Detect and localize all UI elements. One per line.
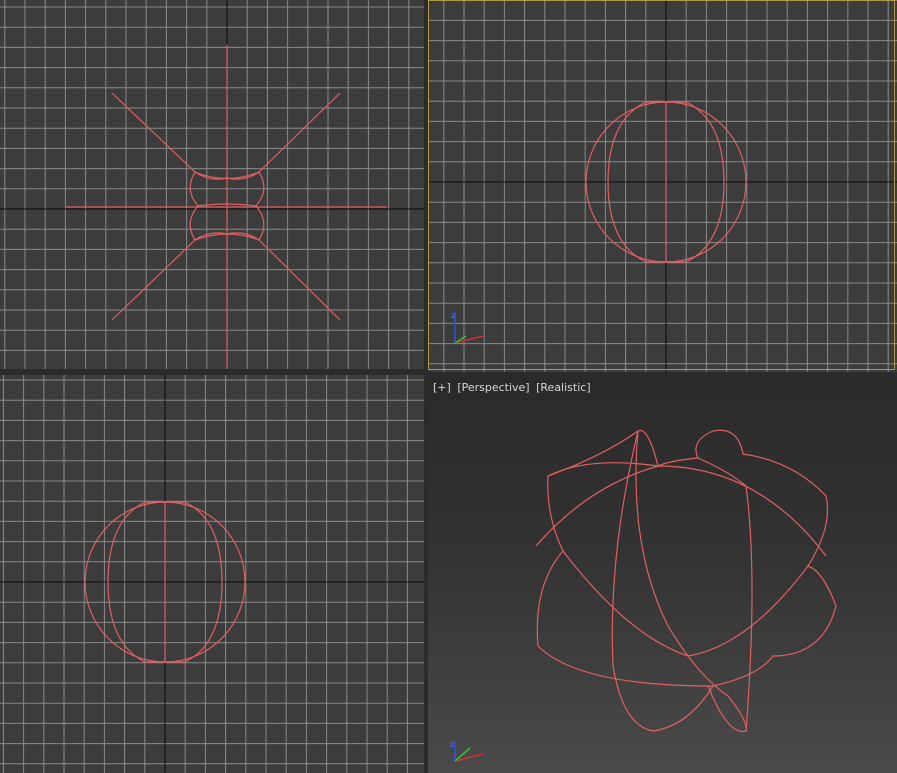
- viewport-left-canvas[interactable]: [0, 375, 424, 773]
- svg-text:z: z: [450, 740, 454, 749]
- viewport-area: z z [+] [Perspective] [Realistic]: [0, 0, 897, 773]
- grid-left: [0, 375, 424, 773]
- viewport-front-canvas[interactable]: z: [428, 0, 897, 372]
- viewport-label: [+] [Perspective] [Realistic]: [433, 381, 594, 394]
- grid-front: [428, 0, 897, 372]
- xyz-axis-gizmo-icon: z: [451, 311, 484, 344]
- xyz-axis-gizmo-icon: z: [450, 740, 484, 762]
- spline-top-view[interactable]: [65, 45, 387, 367]
- viewport-top[interactable]: [0, 0, 424, 369]
- viewport-perspective-canvas[interactable]: z: [428, 376, 897, 773]
- viewport-perspective[interactable]: z [+] [Perspective] [Realistic]: [428, 376, 897, 773]
- viewport-view-menu[interactable]: [Perspective]: [457, 381, 529, 394]
- viewport-left[interactable]: [0, 375, 424, 773]
- grid-top: [0, 0, 424, 369]
- viewport-top-canvas[interactable]: [0, 0, 424, 369]
- spline-perspective-view[interactable]: [535, 429, 837, 733]
- viewport-front[interactable]: z: [428, 0, 897, 372]
- viewport-menu-button[interactable]: [+]: [433, 381, 451, 394]
- svg-text:z: z: [451, 311, 455, 320]
- viewport-shading-menu[interactable]: [Realistic]: [536, 381, 591, 394]
